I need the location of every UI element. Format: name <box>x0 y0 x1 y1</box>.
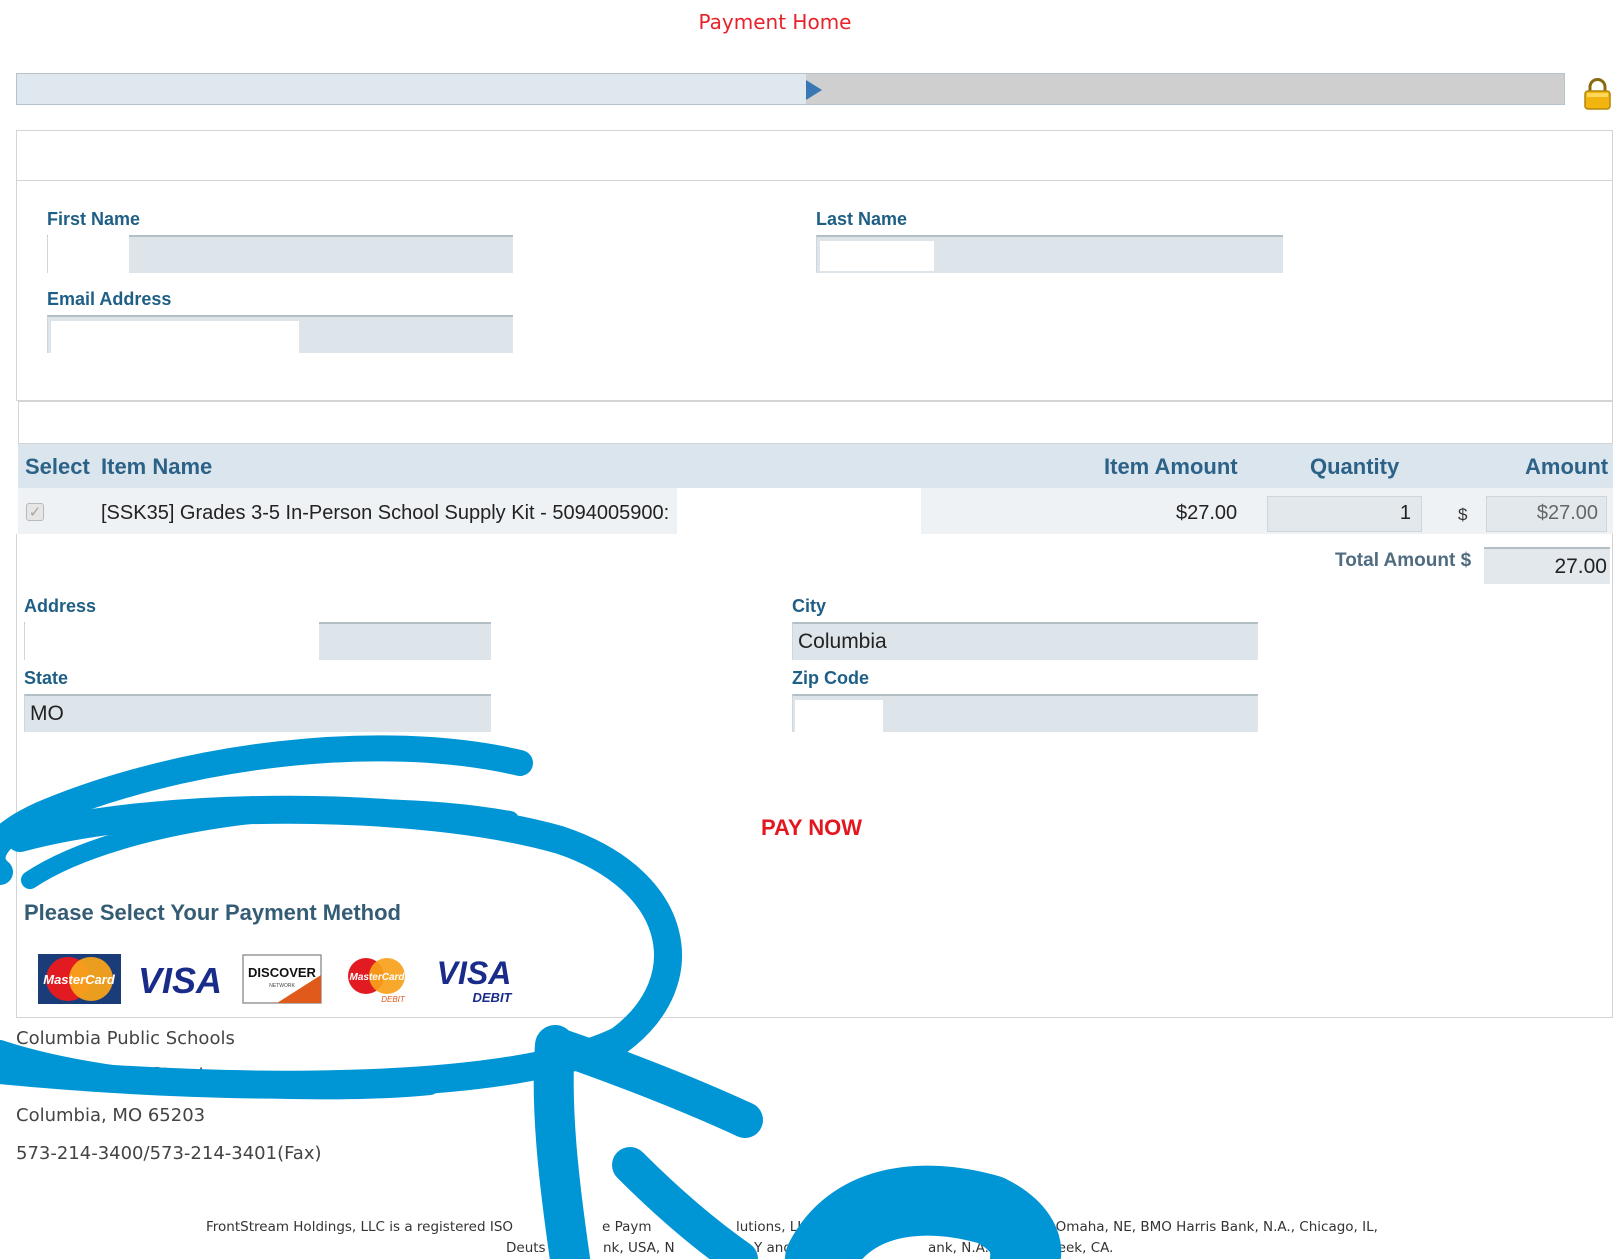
visa-debit-text: VISA <box>437 955 512 991</box>
item-amount: $27.00 <box>1176 502 1238 524</box>
address-label: Address <box>24 596 97 616</box>
last-name-label: Last Name <box>816 209 908 229</box>
city-field[interactable]: Columbia <box>792 622 1258 660</box>
contact-panel <box>16 181 1613 401</box>
redacted-area <box>25 622 319 660</box>
state-value: MO <box>30 702 64 725</box>
currency-symbol: $ <box>1458 505 1468 524</box>
item-name: [SSK35] Grades 3-5 In-Person School Supp… <box>101 502 670 524</box>
legal-fragment: FrontStream Holdings, LLC is a registere… <box>206 1219 514 1235</box>
legal-fragment: Creek, CA. <box>1043 1240 1114 1256</box>
progress-bar <box>16 73 1565 105</box>
column-header-quantity: Quantity <box>1310 454 1400 479</box>
mastercard-debit-text: MasterCard <box>349 972 405 983</box>
payment-method-title: Please Select Your Payment Method <box>24 900 401 925</box>
column-header-amount: Amount <box>1525 454 1609 479</box>
legal-fragment: lutions, LLC, Fi <box>736 1219 834 1235</box>
zip-code-label: Zip Code <box>792 668 869 688</box>
legal-fragment: ank, N.A., <box>928 1240 994 1256</box>
email-label: Email Address <box>47 289 172 309</box>
column-header-item-amount: Item Amount <box>1104 454 1238 479</box>
state-field[interactable]: MO <box>24 694 491 732</box>
debit-text: DEBIT <box>381 995 406 1004</box>
address-field[interactable] <box>24 622 491 660</box>
visa-text: VISA <box>138 960 222 1001</box>
zip-code-field[interactable] <box>792 694 1258 732</box>
payment-home-link[interactable]: Payment Home <box>0 10 1550 34</box>
progress-fill <box>17 74 806 104</box>
discover-network-text: NETWORK <box>269 983 295 989</box>
footer-phone: 573-214-3400/573-214-3401(Fax) <box>16 1143 322 1164</box>
column-header-select: Select <box>25 454 90 479</box>
redacted-area <box>677 488 921 534</box>
city-label: City <box>792 596 827 616</box>
play-triangle-icon <box>805 80 822 100</box>
redacted-area <box>48 235 129 273</box>
debit-text: DEBIT <box>473 990 513 1005</box>
last-name-field[interactable] <box>816 235 1283 273</box>
redacted-area <box>820 241 934 271</box>
legal-fragment: e Paym <box>602 1219 652 1235</box>
footer-city-line: Columbia, MO 65203 <box>16 1105 206 1126</box>
pay-now-button[interactable]: PAY NOW <box>761 815 862 841</box>
mastercard-logo[interactable]: MasterCard <box>38 950 121 1006</box>
first-name-label: First Name <box>47 209 141 229</box>
email-field[interactable] <box>47 315 513 353</box>
mastercard-text: MasterCard <box>43 972 116 987</box>
discover-logo[interactable]: DISCOVER NETWORK <box>242 950 322 1006</box>
discover-text: DISCOVER <box>248 965 317 980</box>
lock-icon <box>1584 78 1611 110</box>
footer-street-start: 1818 <box>16 1068 62 1089</box>
mastercard-debit-logo[interactable]: MasterCard DEBIT <box>343 950 413 1006</box>
line-amount-field: $27.00 <box>1486 496 1607 532</box>
visa-debit-logo[interactable]: VISA DEBIT <box>432 950 516 1006</box>
redacted-area <box>51 321 299 353</box>
legal-fragment: nk, USA, N <box>603 1240 675 1256</box>
quantity-value: 1 <box>1399 502 1411 524</box>
line-amount-value: $27.00 <box>1536 502 1598 524</box>
legal-fragment: Deuts <box>506 1240 546 1256</box>
redacted-area <box>795 700 883 732</box>
state-label: State <box>24 668 69 688</box>
legal-fragment: aha, Omaha, NE, BMO Harris Bank, N.A., C… <box>1022 1219 1378 1235</box>
legal-fragment: Y and We <box>754 1240 818 1256</box>
footer-street-end: Street <box>151 1064 206 1085</box>
column-header-item-name: Item Name <box>101 454 213 479</box>
visa-logo[interactable]: VISA <box>138 950 223 1006</box>
city-value: Columbia <box>798 630 887 653</box>
items-section-header <box>18 401 1613 444</box>
first-name-field[interactable] <box>47 235 513 273</box>
footer-org-name: Columbia Public Schools <box>16 1028 235 1049</box>
item-select-checkbox[interactable]: ✓ <box>26 503 44 521</box>
header-panel <box>16 130 1613 181</box>
quantity-field[interactable]: 1 <box>1267 496 1422 532</box>
